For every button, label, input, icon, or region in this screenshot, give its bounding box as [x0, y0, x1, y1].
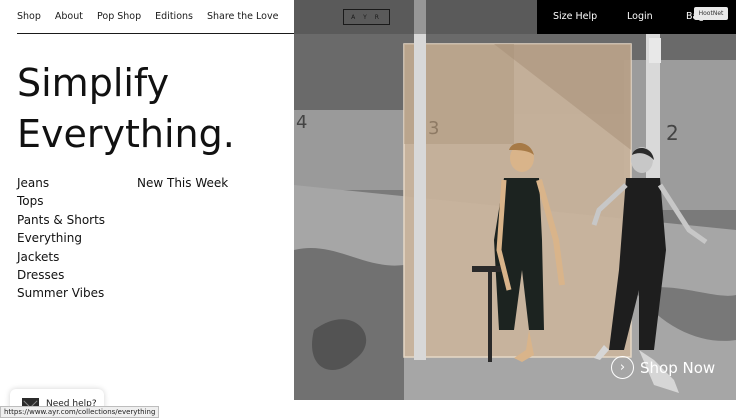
headline-line-1: Simplify — [17, 61, 170, 105]
nav-shop[interactable]: Shop — [17, 11, 41, 25]
category-tops[interactable]: Tops — [17, 192, 105, 210]
page: Shop About Pop Shop Editions Share the L… — [0, 0, 736, 418]
brand-logo[interactable]: A Y R — [343, 9, 390, 25]
wall-number-2: 2 — [666, 121, 679, 145]
category-jeans[interactable]: Jeans — [17, 174, 105, 192]
hero-photo-illustration: 4 3 2 — [294, 0, 736, 400]
category-dresses[interactable]: Dresses — [17, 266, 105, 284]
nav-share-the-love[interactable]: Share the Love — [207, 11, 278, 25]
category-jackets[interactable]: Jackets — [17, 248, 105, 266]
category-pants-shorts[interactable]: Pants & Shorts — [17, 211, 105, 229]
wall-number-3: 3 — [428, 118, 439, 139]
category-everything[interactable]: Everything — [17, 229, 105, 247]
nav-pop-shop[interactable]: Pop Shop — [97, 11, 141, 25]
page-headline: Simplify Everything. — [17, 58, 235, 160]
login-link[interactable]: Login — [627, 11, 653, 22]
wall-number-4: 4 — [296, 112, 307, 133]
category-list: Jeans Tops Pants & Shorts Everything Jac… — [17, 174, 105, 303]
nav-editions[interactable]: Editions — [155, 11, 193, 25]
hero-image[interactable]: 4 3 2 — [294, 0, 736, 400]
new-this-week-link[interactable]: New This Week — [137, 174, 228, 192]
header-divider — [17, 33, 294, 34]
category-summer-vibes[interactable]: Summer Vibes — [17, 284, 105, 302]
shop-now-button[interactable]: › Shop Now — [611, 356, 715, 379]
size-help-link[interactable]: Size Help — [553, 11, 597, 22]
hootnet-badge[interactable]: HootNet — [694, 7, 728, 20]
nav-about[interactable]: About — [55, 11, 83, 25]
chevron-right-icon: › — [611, 356, 634, 379]
status-bar-url: https://www.ayr.com/collections/everythi… — [0, 406, 160, 418]
top-nav: Shop About Pop Shop Editions Share the L… — [17, 11, 292, 25]
headline-line-2: Everything. — [17, 112, 235, 156]
shop-now-label: Shop Now — [640, 358, 716, 377]
